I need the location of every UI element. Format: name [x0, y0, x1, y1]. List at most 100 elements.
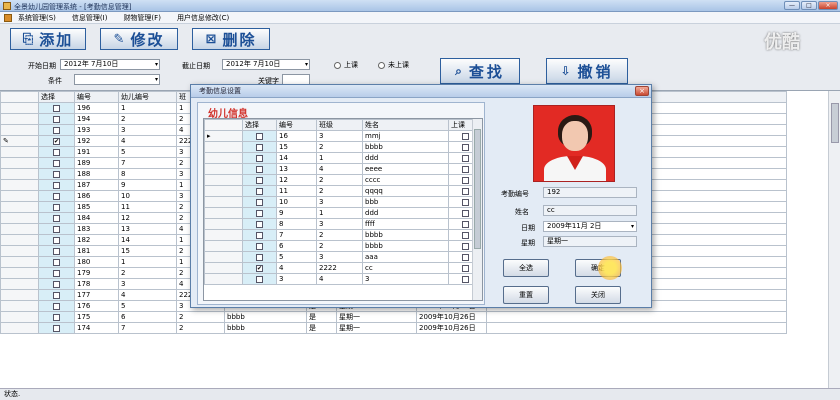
row-checkbox[interactable]: [53, 324, 60, 332]
table-row[interactable]: 6 2 bbbb: [204, 240, 481, 252]
select-cell[interactable]: [242, 229, 277, 241]
grid-scrollbar[interactable]: [828, 91, 840, 389]
col-id[interactable]: 编号: [74, 91, 119, 103]
row-header[interactable]: [204, 218, 243, 230]
row-checkbox[interactable]: [53, 104, 60, 112]
row-checkbox[interactable]: [256, 253, 263, 261]
row-checkbox[interactable]: ✔: [53, 137, 60, 145]
delete-button[interactable]: ⊠ 删除: [192, 28, 270, 50]
select-cell[interactable]: [242, 273, 277, 285]
row-checkbox[interactable]: [53, 203, 60, 211]
minimize-button[interactable]: —: [784, 1, 800, 10]
attend-checkbox[interactable]: [462, 231, 469, 239]
table-row[interactable]: 8 3 ffff: [204, 218, 481, 230]
table-row[interactable]: 12 2 cccc: [204, 174, 481, 186]
row-checkbox[interactable]: [53, 170, 60, 178]
row-header[interactable]: [204, 185, 243, 197]
select-cell[interactable]: [38, 245, 75, 257]
row-header[interactable]: [0, 256, 39, 268]
row-checkbox[interactable]: [53, 313, 60, 321]
table-row[interactable]: 5 3 aaa: [204, 251, 481, 263]
add-button[interactable]: ⎘ 添加: [10, 28, 86, 50]
scroll-thumb[interactable]: [474, 129, 481, 249]
row-checkbox[interactable]: [53, 159, 60, 167]
row-header[interactable]: [0, 113, 39, 125]
row-checkbox[interactable]: [53, 181, 60, 189]
row-header[interactable]: ▸: [204, 130, 243, 142]
row-header[interactable]: [204, 207, 243, 219]
row-header[interactable]: [0, 289, 39, 301]
row-header[interactable]: [0, 102, 39, 114]
confirm-button[interactable]: 确定: [575, 259, 621, 277]
select-cell[interactable]: [38, 124, 75, 136]
row-checkbox[interactable]: [256, 143, 263, 151]
select-cell[interactable]: [38, 267, 75, 279]
select-cell[interactable]: ✔: [242, 262, 277, 274]
row-header[interactable]: [0, 179, 39, 191]
row-header[interactable]: [204, 251, 243, 263]
select-cell[interactable]: [38, 190, 75, 202]
row-header[interactable]: [0, 190, 39, 202]
row-checkbox[interactable]: [53, 291, 60, 299]
attend-checkbox[interactable]: [462, 275, 469, 283]
table-row[interactable]: 11 2 qqqq: [204, 185, 481, 197]
table-row[interactable]: 343: [204, 273, 481, 285]
table-row[interactable]: ▸ 16 3 mmj: [204, 130, 481, 142]
select-cell[interactable]: [242, 152, 277, 164]
row-header[interactable]: [0, 234, 39, 246]
row-checkbox[interactable]: [53, 126, 60, 134]
row-header[interactable]: [204, 141, 243, 153]
dialog-close-btn[interactable]: 关闭: [575, 286, 621, 304]
row-checkbox[interactable]: [53, 269, 60, 277]
row-header[interactable]: [204, 273, 243, 285]
row-checkbox[interactable]: [53, 236, 60, 244]
row-checkbox[interactable]: [256, 209, 263, 217]
select-cell[interactable]: [242, 141, 277, 153]
col-name[interactable]: 姓名: [362, 119, 449, 131]
edit-button[interactable]: ✎ 修改: [100, 28, 178, 50]
row-header[interactable]: [0, 201, 39, 213]
row-checkbox[interactable]: [256, 132, 263, 140]
table-row[interactable]: 174 7 2 bbbb 是星期一 2009年10月26日: [0, 322, 787, 334]
attend-checkbox[interactable]: [462, 154, 469, 162]
select-cell[interactable]: [38, 168, 75, 180]
select-cell[interactable]: [242, 196, 277, 208]
row-checkbox[interactable]: [256, 275, 263, 283]
select-cell[interactable]: [38, 157, 75, 169]
select-cell[interactable]: [242, 163, 277, 175]
row-checkbox[interactable]: [53, 225, 60, 233]
row-header[interactable]: [204, 174, 243, 186]
scroll-thumb[interactable]: [831, 103, 839, 143]
row-header[interactable]: [0, 278, 39, 290]
attend-checkbox[interactable]: [462, 132, 469, 140]
row-header[interactable]: [0, 267, 39, 279]
table-row[interactable]: 10 3 bbb: [204, 196, 481, 208]
row-checkbox[interactable]: [53, 115, 60, 123]
attend-checkbox[interactable]: [462, 242, 469, 250]
row-header[interactable]: [0, 157, 39, 169]
row-checkbox[interactable]: [256, 231, 263, 239]
select-cell[interactable]: [38, 256, 75, 268]
reset-button[interactable]: 重置: [503, 286, 549, 304]
attend-checkbox[interactable]: [462, 176, 469, 184]
select-cell[interactable]: [38, 201, 75, 213]
radio-absent[interactable]: 未上课: [378, 60, 409, 70]
col-select[interactable]: 选择: [242, 119, 277, 131]
table-row[interactable]: ✔ 4 2222 cc: [204, 262, 481, 274]
row-header[interactable]: [0, 245, 39, 257]
row-header[interactable]: [204, 262, 243, 274]
table-row[interactable]: 14 1 ddd: [204, 152, 481, 164]
select-all-button[interactable]: 全选: [503, 259, 549, 277]
radio-attended[interactable]: 上课: [334, 60, 358, 70]
row-header[interactable]: [0, 168, 39, 180]
search-button[interactable]: ⌕ 查找: [440, 58, 520, 84]
end-date-picker[interactable]: 2012年 7月10日 ▾: [222, 59, 310, 70]
row-checkbox[interactable]: [256, 154, 263, 162]
row-header[interactable]: [0, 322, 39, 334]
col-class[interactable]: 班级: [316, 119, 363, 131]
close-button[interactable]: ×: [818, 1, 838, 10]
attend-checkbox[interactable]: [462, 253, 469, 261]
row-checkbox[interactable]: [256, 176, 263, 184]
row-header[interactable]: [204, 229, 243, 241]
condition-select[interactable]: ▾: [74, 74, 160, 85]
